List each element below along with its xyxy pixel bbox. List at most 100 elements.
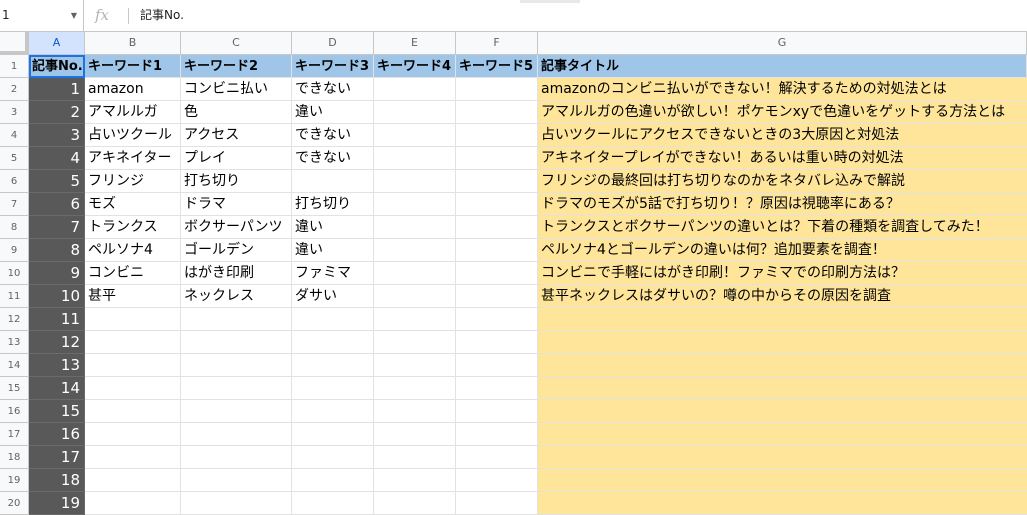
column-header-d[interactable]: D	[292, 32, 374, 55]
cell-e11[interactable]	[374, 285, 456, 308]
cell-c17[interactable]	[181, 423, 292, 446]
cell-g12[interactable]	[538, 308, 1027, 331]
row-header-6[interactable]: 6	[0, 170, 29, 193]
name-box[interactable]: 1 ▼	[0, 0, 84, 31]
cell-e19[interactable]	[374, 469, 456, 492]
row-header-2[interactable]: 2	[0, 78, 29, 101]
cell-g10[interactable]: コンビニで手軽にはがき印刷！ファミマでの印刷方法は？	[538, 262, 1027, 285]
cell-a13[interactable]: 12	[29, 331, 85, 354]
row-header-5[interactable]: 5	[0, 147, 29, 170]
cell-e10[interactable]	[374, 262, 456, 285]
cell-e12[interactable]	[374, 308, 456, 331]
cell-g11[interactable]: 甚平ネックレスはダサいの？噂の中からその原因を調査	[538, 285, 1027, 308]
cell-c18[interactable]	[181, 446, 292, 469]
cell-a15[interactable]: 14	[29, 377, 85, 400]
column-header-g[interactable]: G	[538, 32, 1027, 55]
cell-b2[interactable]: amazon	[85, 78, 181, 101]
header-cell-e[interactable]: キーワード4	[374, 55, 456, 78]
cell-b8[interactable]: トランクス	[85, 216, 181, 239]
cell-f16[interactable]	[456, 400, 538, 423]
cell-g17[interactable]	[538, 423, 1027, 446]
cell-d19[interactable]	[292, 469, 374, 492]
row-header-8[interactable]: 8	[0, 216, 29, 239]
cell-g18[interactable]	[538, 446, 1027, 469]
header-cell-a[interactable]: 記事No.	[29, 55, 85, 78]
cell-b6[interactable]: フリンジ	[85, 170, 181, 193]
cell-a10[interactable]: 9	[29, 262, 85, 285]
cell-b11[interactable]: 甚平	[85, 285, 181, 308]
cell-c19[interactable]	[181, 469, 292, 492]
cell-e13[interactable]	[374, 331, 456, 354]
cell-b16[interactable]	[85, 400, 181, 423]
cell-d16[interactable]	[292, 400, 374, 423]
cell-d17[interactable]	[292, 423, 374, 446]
cell-d12[interactable]	[292, 308, 374, 331]
header-cell-d[interactable]: キーワード3	[292, 55, 374, 78]
cell-d2[interactable]: できない	[292, 78, 374, 101]
row-header-14[interactable]: 14	[0, 354, 29, 377]
cell-d3[interactable]: 違い	[292, 101, 374, 124]
cell-f6[interactable]	[456, 170, 538, 193]
cell-a8[interactable]: 7	[29, 216, 85, 239]
cell-c4[interactable]: アクセス	[181, 124, 292, 147]
cell-f19[interactable]	[456, 469, 538, 492]
cell-c12[interactable]	[181, 308, 292, 331]
cell-a14[interactable]: 13	[29, 354, 85, 377]
cell-e2[interactable]	[374, 78, 456, 101]
cell-d18[interactable]	[292, 446, 374, 469]
column-header-a[interactable]: A	[29, 32, 85, 55]
column-header-c[interactable]: C	[181, 32, 292, 55]
column-header-f[interactable]: F	[456, 32, 538, 55]
cell-a19[interactable]: 18	[29, 469, 85, 492]
cell-g3[interactable]: アマルルガの色違いが欲しい！ポケモンxyで色違いをゲットする方法とは	[538, 101, 1027, 124]
header-cell-c[interactable]: キーワード2	[181, 55, 292, 78]
row-header-15[interactable]: 15	[0, 377, 29, 400]
cell-f7[interactable]	[456, 193, 538, 216]
cell-d10[interactable]: ファミマ	[292, 262, 374, 285]
cell-a9[interactable]: 8	[29, 239, 85, 262]
cell-e18[interactable]	[374, 446, 456, 469]
row-header-12[interactable]: 12	[0, 308, 29, 331]
cell-c14[interactable]	[181, 354, 292, 377]
row-header-20[interactable]: 20	[0, 492, 29, 515]
row-header-7[interactable]: 7	[0, 193, 29, 216]
cell-f11[interactable]	[456, 285, 538, 308]
cell-a4[interactable]: 3	[29, 124, 85, 147]
cell-f13[interactable]	[456, 331, 538, 354]
cell-e14[interactable]	[374, 354, 456, 377]
cell-e4[interactable]	[374, 124, 456, 147]
cell-f15[interactable]	[456, 377, 538, 400]
cell-a2[interactable]: 1	[29, 78, 85, 101]
cell-d20[interactable]	[292, 492, 374, 515]
cell-c5[interactable]: プレイ	[181, 147, 292, 170]
row-header-13[interactable]: 13	[0, 331, 29, 354]
cell-g8[interactable]: トランクスとボクサーパンツの違いとは？下着の種類を調査してみた！	[538, 216, 1027, 239]
cell-g2[interactable]: amazonのコンビニ払いができない！解決するための対処法とは	[538, 78, 1027, 101]
cell-g13[interactable]	[538, 331, 1027, 354]
cell-e16[interactable]	[374, 400, 456, 423]
cell-c16[interactable]	[181, 400, 292, 423]
cell-b7[interactable]: モズ	[85, 193, 181, 216]
cell-f8[interactable]	[456, 216, 538, 239]
cell-d4[interactable]: できない	[292, 124, 374, 147]
cell-e15[interactable]	[374, 377, 456, 400]
cell-d13[interactable]	[292, 331, 374, 354]
cell-b12[interactable]	[85, 308, 181, 331]
cell-c20[interactable]	[181, 492, 292, 515]
cell-g14[interactable]	[538, 354, 1027, 377]
cell-d9[interactable]: 違い	[292, 239, 374, 262]
cell-g19[interactable]	[538, 469, 1027, 492]
cell-d8[interactable]: 違い	[292, 216, 374, 239]
cell-g6[interactable]: フリンジの最終回は打ち切りなのかをネタバレ込みで解説	[538, 170, 1027, 193]
cell-b3[interactable]: アマルルガ	[85, 101, 181, 124]
cell-b5[interactable]: アキネイター	[85, 147, 181, 170]
cell-a3[interactable]: 2	[29, 101, 85, 124]
cell-c13[interactable]	[181, 331, 292, 354]
cell-e9[interactable]	[374, 239, 456, 262]
cell-d5[interactable]: できない	[292, 147, 374, 170]
cell-b17[interactable]	[85, 423, 181, 446]
cell-f17[interactable]	[456, 423, 538, 446]
row-header-4[interactable]: 4	[0, 124, 29, 147]
cell-c10[interactable]: はがき印刷	[181, 262, 292, 285]
row-header-18[interactable]: 18	[0, 446, 29, 469]
